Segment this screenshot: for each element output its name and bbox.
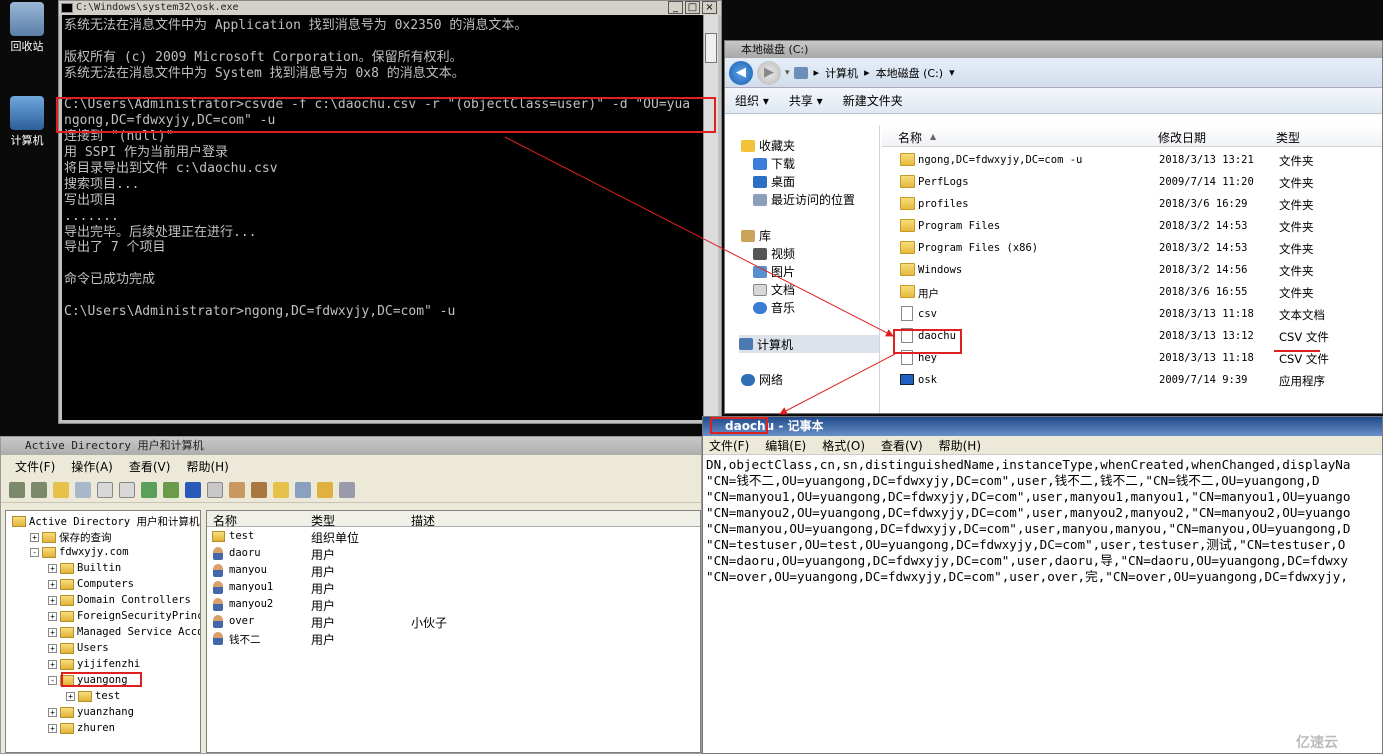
- watermark-logo: 亿速云: [1296, 735, 1338, 751]
- arrow-file-to-notepad: [779, 353, 896, 415]
- annotation-arrows: [504, 136, 896, 415]
- arrow-command-to-file: [504, 136, 894, 337]
